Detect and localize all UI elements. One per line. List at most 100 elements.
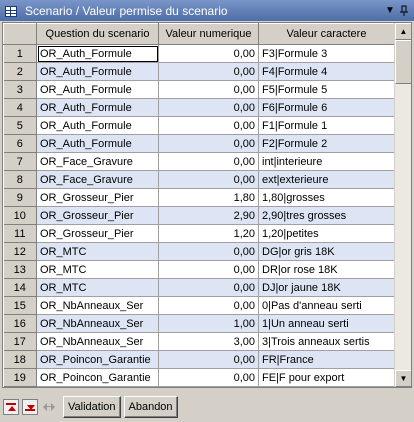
valeur-numerique-cell[interactable]: 0,00 [158,80,259,99]
table-row[interactable]: 17 OR_NbAnneaux_Ser 3,00 3|Trois anneaux se… [3,332,395,351]
column-header-question[interactable]: Question du scenario [36,23,159,45]
table-row[interactable]: 3 OR_Auth_Formule 0,00 F5|Formule 5 [3,80,395,99]
valeur-caractere-cell[interactable]: F6|Formule 6 [258,98,395,117]
valeur-numerique-cell[interactable]: 0,00 [158,350,259,369]
valeur-caractere-cell[interactable]: FR|France [258,350,395,369]
row-number-cell[interactable]: 15 [3,296,37,315]
row-number-cell[interactable]: 10 [3,206,37,225]
row-number-cell[interactable]: 18 [3,350,37,369]
abandon-button[interactable]: Abandon [123,396,178,418]
question-cell[interactable]: OR_Auth_Formule [36,98,159,117]
question-cell[interactable]: OR_MTC [36,260,159,279]
valeur-numerique-cell[interactable]: 1,80 [158,188,259,207]
valeur-caractere-cell[interactable]: F4|Formule 4 [258,62,395,81]
question-cell[interactable]: OR_Auth_Formule [36,62,159,81]
row-number-cell[interactable]: 6 [3,134,37,153]
row-number-cell[interactable]: 1 [3,44,37,63]
question-cell[interactable]: OR_Face_Gravure [36,152,159,171]
row-number-cell[interactable]: 4 [3,98,37,117]
question-cell[interactable]: OR_Face_Gravure [36,170,159,189]
valeur-caractere-cell[interactable]: 1,80|grosses [258,188,395,207]
move-to-last-icon[interactable] [22,399,38,415]
scrollbar-thumb[interactable] [395,40,411,84]
row-number-cell[interactable]: 7 [3,152,37,171]
valeur-numerique-cell[interactable]: 0,00 [158,134,259,153]
valeur-numerique-cell[interactable]: 0,00 [158,170,259,189]
vertical-scrollbar[interactable]: ▲ ▼ [394,23,411,387]
valeur-numerique-cell[interactable]: 0,00 [158,152,259,171]
valeur-numerique-cell[interactable]: 0,00 [158,98,259,117]
row-number-cell[interactable]: 9 [3,188,37,207]
validation-button[interactable]: Validation [63,396,121,418]
table-row[interactable]: 4 OR_Auth_Formule 0,00 F6|Formule 6 [3,98,395,117]
valeur-caractere-cell[interactable]: 1|Un anneau serti [258,314,395,333]
move-to-first-icon[interactable] [3,399,19,415]
valeur-caractere-cell[interactable]: SP|sans poincon garantie [258,386,395,387]
question-cell[interactable]: OR_MTC [36,278,159,297]
valeur-numerique-cell[interactable]: 1,20 [158,224,259,243]
table-row[interactable]: 11 OR_Grosseur_Pier 1,20 1,20|petites [3,224,395,243]
table-row[interactable]: 13 OR_MTC 0,00 DR|or rose 18K [3,260,395,279]
valeur-numerique-cell[interactable]: 0,00 [158,386,259,387]
pin-icon[interactable] [397,3,411,19]
question-cell[interactable]: OR_Auth_Formule [36,44,159,63]
question-cell[interactable]: OR_Poincon_Garantie [36,350,159,369]
table-row[interactable]: 6 OR_Auth_Formule 0,00 F2|Formule 2 [3,134,395,153]
question-cell[interactable]: OR_Auth_Formule [36,116,159,135]
valeur-numerique-cell[interactable]: 0,00 [158,368,259,387]
valeur-caractere-cell[interactable]: int|interieure [258,152,395,171]
valeur-numerique-cell[interactable]: 1,00 [158,314,259,333]
question-cell[interactable]: OR_Auth_Formule [36,80,159,99]
table-row[interactable]: 9 OR_Grosseur_Pier 1,80 1,80|grosses [3,188,395,207]
valeur-numerique-cell[interactable]: 2,90 [158,206,259,225]
valeur-caractere-cell[interactable]: 3|Trois anneaux sertis [258,332,395,351]
valeur-caractere-cell[interactable]: F5|Formule 5 [258,80,395,99]
row-number-cell[interactable]: 13 [3,260,37,279]
row-number-cell[interactable]: 11 [3,224,37,243]
row-number-cell[interactable]: 3 [3,80,37,99]
table-row[interactable]: 20OR_Poincon_Garantie0,00SP|sans poincon… [3,386,395,387]
valeur-caractere-cell[interactable]: 0|Pas d'anneau serti [258,296,395,315]
question-cell[interactable]: OR_Poincon_Garantie [36,368,159,387]
question-cell[interactable]: OR_Grosseur_Pier [36,224,159,243]
valeur-numerique-cell[interactable]: 0,00 [158,44,259,63]
column-header-valeur-caractere[interactable]: Valeur caractere [258,23,395,45]
question-cell[interactable]: OR_Poincon_Garantie [36,386,159,387]
valeur-caractere-cell[interactable]: DG|or gris 18K [258,242,395,261]
row-number-cell[interactable]: 19 [3,368,37,387]
valeur-caractere-cell[interactable]: F2|Formule 2 [258,134,395,153]
question-cell[interactable]: OR_Grosseur_Pier [36,206,159,225]
valeur-caractere-cell[interactable]: F3|Formule 3 [258,44,395,63]
valeur-numerique-cell[interactable]: 0,00 [158,296,259,315]
table-row[interactable]: 16 OR_NbAnneaux_Ser 1,00 1|Un anneau serti [3,314,395,333]
row-number-cell[interactable]: 8 [3,170,37,189]
valeur-numerique-cell[interactable]: 0,00 [158,116,259,135]
data-grid[interactable]: Question du scenario Valeur numerique Va… [2,22,412,388]
row-number-cell[interactable]: 14 [3,278,37,297]
chevron-down-icon[interactable]: ▼ [383,3,397,19]
table-row[interactable]: 12 OR_MTC 0,00 DG|or gris 18K [3,242,395,261]
row-number-cell[interactable]: 2 [3,62,37,81]
scroll-down-icon[interactable]: ▼ [395,370,411,387]
question-cell[interactable]: OR_NbAnneaux_Ser [36,314,159,333]
valeur-numerique-cell[interactable]: 0,00 [158,242,259,261]
valeur-caractere-cell[interactable]: 2,90|tres grosses [258,206,395,225]
question-cell[interactable]: OR_Auth_Formule [36,134,159,153]
question-cell[interactable]: OR_Grosseur_Pier [36,188,159,207]
question-cell[interactable]: OR_NbAnneaux_Ser [36,296,159,315]
column-header-valeur-numerique[interactable]: Valeur numerique [158,23,259,45]
table-row[interactable]: 7 OR_Face_Gravure 0,00 int|interieure [3,152,395,171]
valeur-numerique-cell[interactable]: 0,00 [158,62,259,81]
valeur-caractere-cell[interactable]: ext|exterieure [258,170,395,189]
row-number-cell[interactable]: 20 [3,386,37,387]
valeur-numerique-cell[interactable]: 0,00 [158,278,259,297]
scroll-up-icon[interactable]: ▲ [395,23,411,40]
valeur-caractere-cell[interactable]: FE|F pour export [258,368,395,387]
row-number-header[interactable] [3,23,37,45]
question-cell[interactable]: OR_NbAnneaux_Ser [36,332,159,351]
valeur-caractere-cell[interactable]: 1,20|petites [258,224,395,243]
table-row[interactable]: 14 OR_MTC 0,00 DJ|or jaune 18K [3,278,395,297]
table-row[interactable]: 15 OR_NbAnneaux_Ser 0,00 0|Pas d'anneau ser… [3,296,395,315]
valeur-numerique-cell[interactable]: 3,00 [158,332,259,351]
table-row[interactable]: 2 OR_Auth_Formule 0,00 F4|Formule 4 [3,62,395,81]
